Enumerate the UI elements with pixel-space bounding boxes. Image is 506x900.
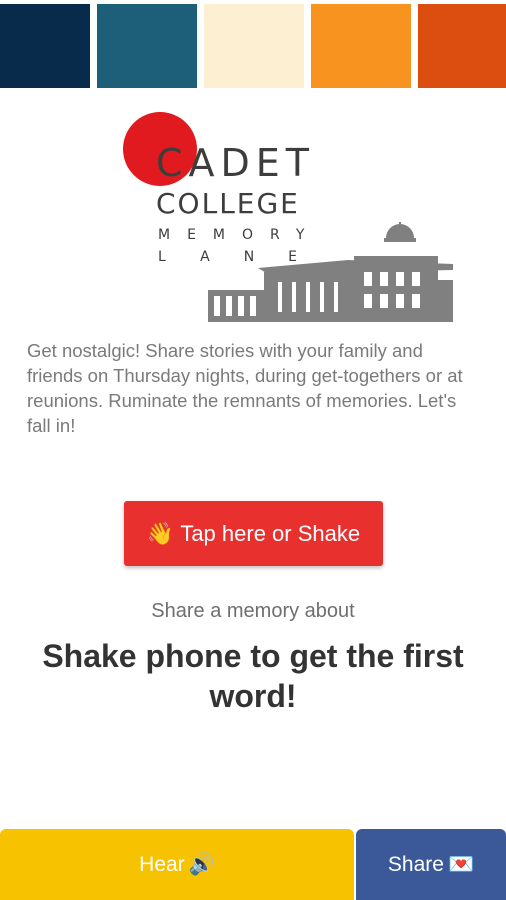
speaker-icon: 🔊: [188, 852, 215, 876]
memory-prompt-word: Shake phone to get the first word!: [42, 638, 464, 714]
hear-label: Hear: [139, 852, 185, 876]
share-memory-caption: Share a memory about: [151, 600, 355, 622]
color-swatch: [418, 4, 506, 88]
love-letter-icon: 💌: [447, 852, 475, 876]
logo-text-college: COLLEGE: [156, 187, 300, 220]
hear-button[interactable]: Hear 🔊: [0, 829, 354, 900]
share-label: Share: [387, 852, 444, 876]
tap-or-shake-label: Tap here or Shake: [180, 520, 361, 546]
bottom-action-bar: Hear 🔊 Share 💌: [0, 829, 506, 900]
cadet-college-memory-lane-logo: CADET COLLEGE MEMORY LANE: [120, 110, 460, 330]
color-swatch: [311, 4, 411, 88]
color-swatch: [0, 4, 90, 88]
logo-text-cadet: CADET: [156, 141, 316, 185]
share-button[interactable]: Share 💌: [356, 829, 506, 900]
color-swatch: [97, 4, 197, 88]
college-building-illustration: [208, 222, 453, 322]
color-swatch: [204, 4, 304, 88]
tap-or-shake-button[interactable]: 👋 Tap here or Shake: [124, 501, 383, 566]
color-palette: [0, 4, 506, 88]
app-description: Get nostalgic! Share stories with your f…: [27, 340, 463, 436]
waving-hand-icon: 👋: [146, 520, 175, 546]
